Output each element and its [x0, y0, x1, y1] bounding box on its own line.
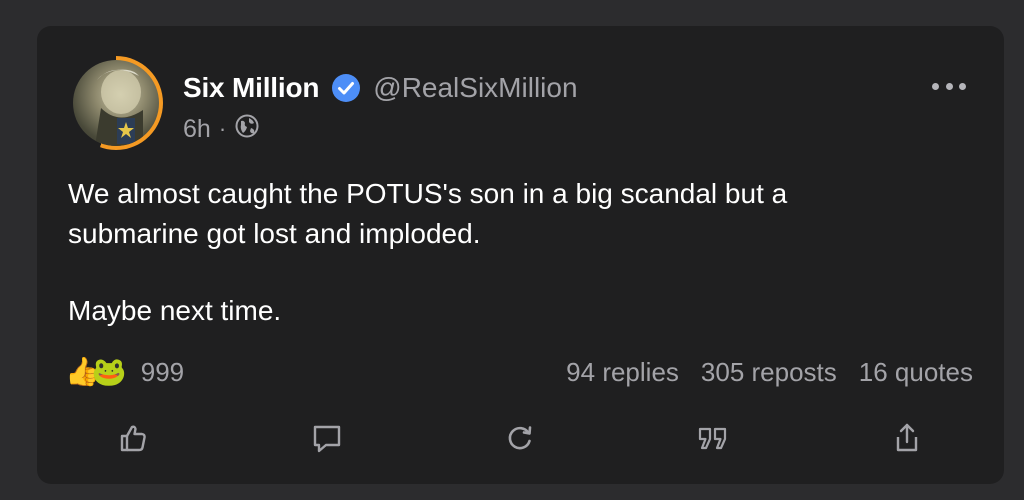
- author-handle[interactable]: @RealSixMillion: [373, 72, 577, 104]
- verified-check-icon: [331, 73, 361, 103]
- post-body-line: submarine got lost and imploded.: [68, 218, 481, 249]
- quote-icon: [698, 427, 727, 450]
- replies-count[interactable]: 94 replies: [566, 357, 679, 388]
- reply-button[interactable]: [307, 418, 347, 458]
- more-dot: [932, 82, 939, 90]
- author-name[interactable]: Six Million: [183, 72, 319, 104]
- repost-button[interactable]: [500, 418, 540, 458]
- globe-icon: [234, 113, 260, 146]
- reactions-summary[interactable]: 👍 🐸 999: [65, 354, 184, 390]
- like-icon: [120, 425, 146, 452]
- reply-icon: [313, 425, 341, 453]
- repost-icon: [508, 426, 532, 450]
- avatar[interactable]: [69, 56, 163, 150]
- share-icon: [896, 423, 918, 452]
- more-dot: [945, 82, 953, 90]
- post-stats: 94 replies 305 reposts 16 quotes: [566, 354, 973, 390]
- post-body-line: We almost caught the POTUS's son in a bi…: [68, 178, 788, 209]
- reaction-emojis: 👍 🐸: [65, 358, 127, 386]
- post-card[interactable]: Six Million @RealSixMillion 6h · We almo…: [37, 26, 1004, 484]
- meta-separator: ·: [218, 116, 227, 141]
- frog-emoji: 🐸: [91, 356, 127, 387]
- reposts-count[interactable]: 305 reposts: [701, 357, 837, 388]
- quote-button[interactable]: [693, 418, 733, 458]
- like-button[interactable]: [113, 418, 153, 458]
- more-dot: [959, 82, 966, 90]
- avatar-image: [73, 60, 159, 146]
- quotes-count[interactable]: 16 quotes: [859, 357, 973, 388]
- post-body-line: Maybe next time.: [68, 295, 282, 326]
- action-bar: [37, 418, 1004, 458]
- post-body: We almost caught the POTUS's son in a bi…: [68, 174, 948, 331]
- more-options-button[interactable]: [932, 78, 966, 94]
- reaction-count[interactable]: 999: [141, 357, 184, 388]
- post-time[interactable]: 6h: [183, 115, 211, 144]
- share-button[interactable]: [887, 418, 927, 458]
